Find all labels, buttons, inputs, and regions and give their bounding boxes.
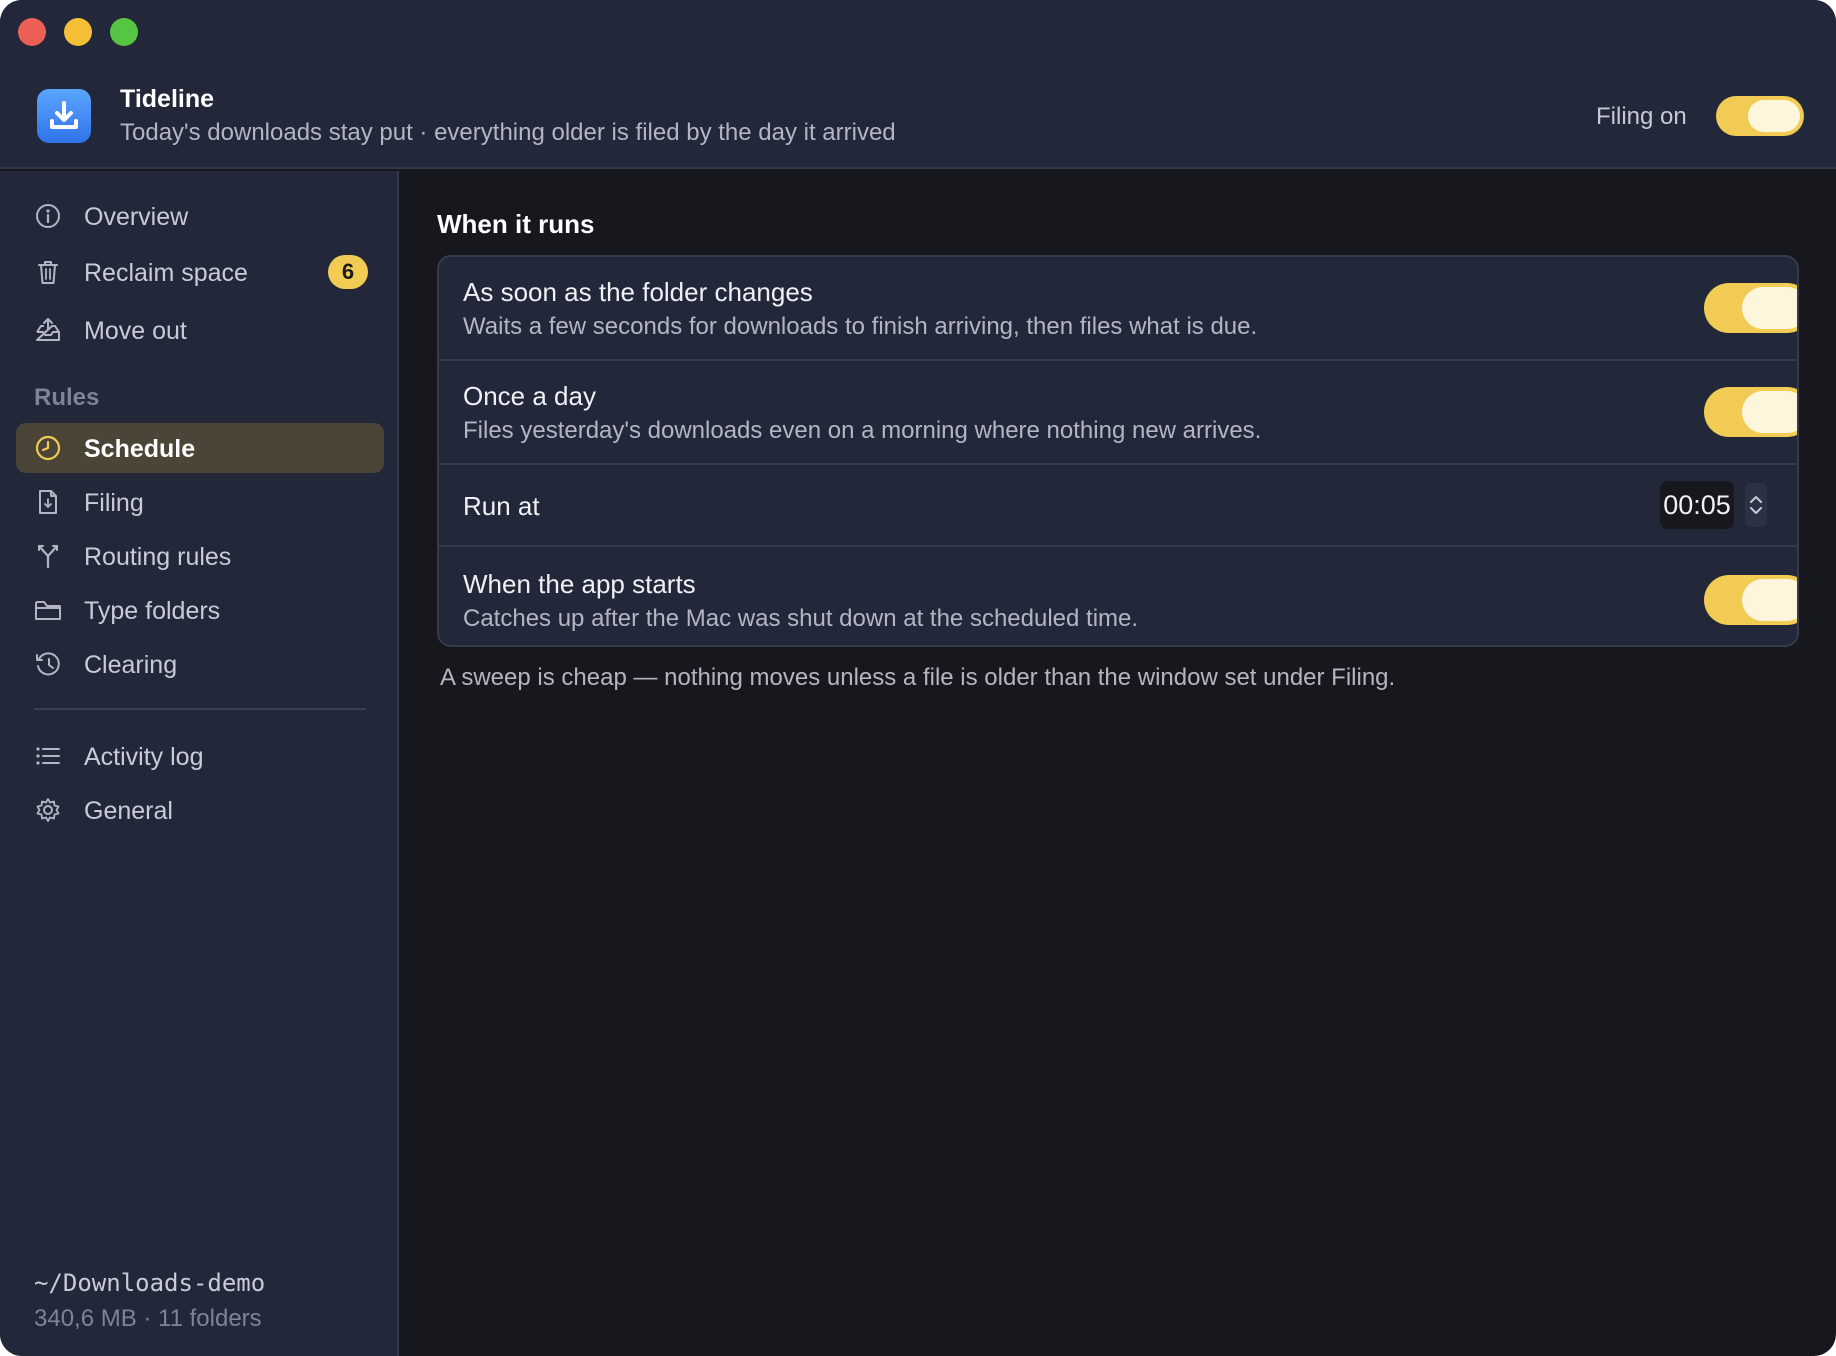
sidebar-item-label: Clearing xyxy=(84,651,178,679)
sidebar-item-reclaim-space[interactable]: Reclaim space 6 xyxy=(16,247,384,297)
trash-icon xyxy=(34,258,62,286)
chevron-down-icon[interactable] xyxy=(1748,505,1764,517)
app-title: Tideline xyxy=(120,85,215,113)
sidebar-item-label: Filing xyxy=(84,489,144,517)
sidebar-item-label: Type folders xyxy=(84,597,221,625)
setting-row-once-a-day: Once a day Files yesterday's downloads e… xyxy=(439,361,1797,465)
sidebar-item-label: General xyxy=(84,797,173,825)
sidebar-item-label: Overview xyxy=(84,203,189,231)
setting-row-app-starts: When the app starts Catches up after the… xyxy=(439,547,1797,645)
sidebar-item-label: Reclaim space xyxy=(84,259,248,287)
toggle-knob xyxy=(1742,287,1797,329)
count-badge: 6 xyxy=(328,255,368,289)
zoom-window-button[interactable] xyxy=(110,18,138,46)
sidebar-item-filing[interactable]: Filing xyxy=(16,477,384,527)
filing-status-label: Filing on xyxy=(1596,103,1687,130)
tray-out-icon xyxy=(34,316,62,344)
sidebar-item-clearing[interactable]: Clearing xyxy=(16,639,384,689)
time-stepper[interactable] xyxy=(1745,483,1767,527)
app-header: Tideline Today's downloads stay put · ev… xyxy=(0,0,1836,169)
app-subtitle: Today's downloads stay put · everything … xyxy=(120,119,896,146)
history-icon xyxy=(34,650,62,678)
fork-icon xyxy=(34,542,62,570)
clock-icon xyxy=(34,434,62,462)
folder-icon xyxy=(34,596,62,624)
watched-folder-path: ~/Downloads-demo xyxy=(34,1269,266,1297)
sidebar-item-schedule[interactable]: Schedule xyxy=(16,423,384,473)
main-content: When it runs As soon as the folder chang… xyxy=(401,171,1836,1356)
schedule-footnote: A sweep is cheap — nothing moves unless … xyxy=(440,664,1396,691)
sidebar-item-label: Activity log xyxy=(84,743,204,771)
watched-folder-stats: 340,6 MB · 11 folders xyxy=(34,1305,262,1332)
minimize-window-button[interactable] xyxy=(64,18,92,46)
sidebar-divider xyxy=(34,708,366,710)
close-window-button[interactable] xyxy=(18,18,46,46)
rules-section-label: Rules xyxy=(34,384,100,411)
gear-icon xyxy=(34,796,62,824)
toggle-knob xyxy=(1742,391,1797,433)
setting-description: Waits a few seconds for downloads to fin… xyxy=(463,313,1258,340)
setting-title: Once a day xyxy=(463,381,596,411)
setting-description: Catches up after the Mac was shut down a… xyxy=(463,605,1139,632)
sidebar-item-overview[interactable]: Overview xyxy=(16,191,384,241)
list-icon xyxy=(34,742,62,770)
run-at-time-field[interactable]: 00:05 xyxy=(1660,481,1734,529)
sidebar-item-general[interactable]: General xyxy=(16,785,384,835)
setting-row-folder-changes: As soon as the folder changes Waits a fe… xyxy=(439,257,1797,361)
sidebar-item-label: Move out xyxy=(84,317,187,345)
setting-row-run-at: Run at 00:05 xyxy=(439,465,1797,547)
toggle-knob xyxy=(1748,100,1800,132)
setting-title: As soon as the folder changes xyxy=(463,277,813,307)
app-starts-toggle[interactable] xyxy=(1704,575,1797,625)
sidebar-item-routing-rules[interactable]: Routing rules xyxy=(16,531,384,581)
document-icon xyxy=(34,488,62,516)
sidebar: Overview Reclaim space 6 Move out Rules … xyxy=(0,171,399,1356)
filing-toggle[interactable] xyxy=(1716,96,1804,136)
sidebar-item-activity-log[interactable]: Activity log xyxy=(16,731,384,781)
download-icon xyxy=(37,89,91,143)
sidebar-item-move-out[interactable]: Move out xyxy=(16,305,384,355)
section-title: When it runs xyxy=(437,209,595,239)
sidebar-item-label: Routing rules xyxy=(84,543,232,571)
setting-description: Files yesterday's downloads even on a mo… xyxy=(463,417,1262,444)
setting-title: Run at xyxy=(463,491,540,521)
toggle-knob xyxy=(1742,579,1797,621)
sidebar-item-label: Schedule xyxy=(84,435,196,463)
once-a-day-toggle[interactable] xyxy=(1704,387,1797,437)
schedule-settings-card: As soon as the folder changes Waits a fe… xyxy=(437,255,1799,647)
info-icon xyxy=(34,202,62,230)
setting-title: When the app starts xyxy=(463,569,696,599)
sidebar-item-type-folders[interactable]: Type folders xyxy=(16,585,384,635)
folder-changes-toggle[interactable] xyxy=(1704,283,1797,333)
chevron-up-icon[interactable] xyxy=(1748,493,1764,505)
app-window: Tideline Today's downloads stay put · ev… xyxy=(0,0,1836,1356)
